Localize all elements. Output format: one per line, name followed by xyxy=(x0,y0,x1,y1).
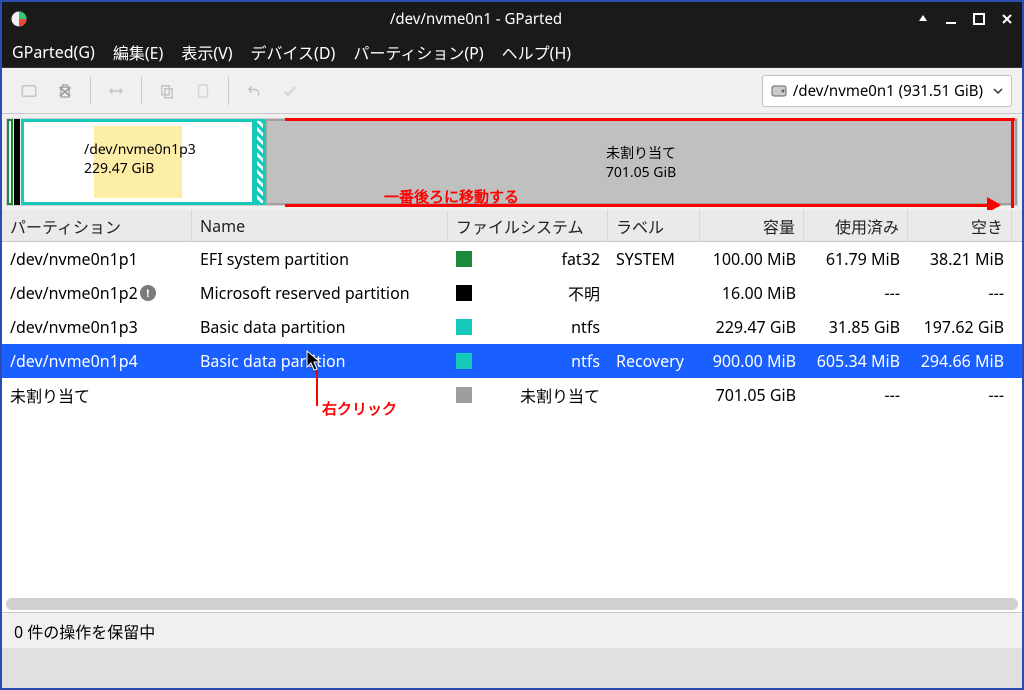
table-header: パーティション Name ファイルシステム ラベル 容量 使用済み 空き xyxy=(2,210,1022,242)
cell-name: Basic data partition xyxy=(200,316,346,338)
cell-name: Microsoft reserved partition xyxy=(200,282,410,304)
cell-free: 294.66 MiB xyxy=(921,350,1004,372)
cell-name: EFI system partition xyxy=(200,248,349,270)
cell-fs: 未割り当て xyxy=(490,383,600,407)
delete-partition-button[interactable] xyxy=(48,74,82,108)
col-label[interactable]: ラベル xyxy=(608,210,700,242)
cell-free: 197.62 GiB xyxy=(924,316,1004,338)
table-row[interactable]: /dev/nvme0n1p3 Basic data partition ntfs… xyxy=(2,310,1022,344)
menu-edit[interactable]: 編集(E) xyxy=(113,40,164,64)
menubar: GParted(G) 編集(E) 表示(V) デバイス(D) パーティション(P… xyxy=(2,36,1022,68)
col-filesystem[interactable]: ファイルシステム xyxy=(448,210,608,242)
cell-fs: 不明 xyxy=(490,281,600,305)
col-partition[interactable]: パーティション xyxy=(2,210,192,242)
fs-swatch xyxy=(456,251,472,267)
apply-button[interactable] xyxy=(273,74,307,108)
status-text: 0 件の操作を保留中 xyxy=(14,619,155,643)
new-partition-button[interactable] xyxy=(12,74,46,108)
device-selector[interactable]: /dev/nvme0n1 (931.51 GiB) xyxy=(762,75,1012,107)
undo-button[interactable] xyxy=(237,74,271,108)
menu-device[interactable]: デバイス(D) xyxy=(251,40,336,64)
cell-partition: /dev/nvme0n1p1 xyxy=(10,248,138,270)
disk-seg-unalloc-size: 701.05 GiB xyxy=(606,163,676,182)
disk-seg-p1[interactable] xyxy=(7,119,13,205)
horizontal-scrollbar[interactable] xyxy=(6,598,1018,610)
cell-partition: /dev/nvme0n1p2 xyxy=(10,282,138,304)
fs-swatch xyxy=(456,387,472,403)
app-icon xyxy=(10,10,28,28)
cell-free: --- xyxy=(989,384,1004,406)
annotation-top-border xyxy=(285,118,1015,121)
statusbar: 0 件の操作を保留中 xyxy=(2,612,1022,648)
col-name[interactable]: Name xyxy=(192,211,448,241)
col-used[interactable]: 使用済み xyxy=(804,210,908,242)
window-minimize-icon[interactable] xyxy=(944,12,958,26)
cell-free: --- xyxy=(989,282,1004,304)
table-row[interactable]: /dev/nvme0n1p2! Microsoft reserved parti… xyxy=(2,276,1022,310)
menu-help[interactable]: ヘルプ(H) xyxy=(502,40,571,64)
disk-map: /dev/nvme0n1p3 229.47 GiB 未割り当て 701.05 G… xyxy=(2,114,1022,210)
paste-button[interactable] xyxy=(186,74,220,108)
cell-fs: ntfs xyxy=(490,350,600,372)
fs-swatch xyxy=(456,319,472,335)
cell-used: 61.79 MiB xyxy=(826,248,900,270)
cell-size: 229.47 GiB xyxy=(716,316,796,338)
annotation-rclick-text: 右クリック xyxy=(322,398,397,419)
cell-used: 31.85 GiB xyxy=(829,316,900,338)
resize-move-button[interactable] xyxy=(99,74,133,108)
table-row[interactable]: /dev/nvme0n1p1 EFI system partition fat3… xyxy=(2,242,1022,276)
menu-partition[interactable]: パーティション(P) xyxy=(353,40,483,64)
cell-used: --- xyxy=(885,384,900,406)
cell-size: 900.00 MiB xyxy=(713,350,796,372)
cell-name: Basic data partition xyxy=(200,350,346,372)
window-close-icon[interactable] xyxy=(1000,12,1014,26)
cell-size: 16.00 MiB xyxy=(722,282,796,304)
cell-fs: ntfs xyxy=(490,316,600,338)
cell-partition: /dev/nvme0n1p3 xyxy=(10,316,138,338)
disk-icon xyxy=(771,83,787,99)
annotation-arrow xyxy=(285,204,999,207)
disk-seg-unallocated[interactable]: 未割り当て 701.05 GiB xyxy=(265,119,1017,205)
cell-used: --- xyxy=(885,282,900,304)
info-icon: ! xyxy=(140,285,156,301)
cell-fs: fat32 xyxy=(490,248,600,270)
window-up-icon[interactable] xyxy=(916,12,930,26)
table-row[interactable]: 未割り当て 未割り当て 701.05 GiB --- --- xyxy=(2,378,1022,412)
disk-seg-p4[interactable] xyxy=(255,119,265,205)
annotation-right-border xyxy=(1011,118,1014,208)
toolbar: /dev/nvme0n1 (931.51 GiB) xyxy=(2,68,1022,114)
fs-swatch xyxy=(456,353,472,369)
cell-used: 605.34 MiB xyxy=(817,350,900,372)
partition-table: パーティション Name ファイルシステム ラベル 容量 使用済み 空き /de… xyxy=(2,210,1022,612)
cell-label: SYSTEM xyxy=(616,248,675,270)
cell-partition: 未割り当て xyxy=(10,383,90,407)
disk-seg-p2[interactable] xyxy=(14,119,20,205)
disk-seg-unalloc-name: 未割り当て xyxy=(606,143,676,163)
disk-seg-p3-name: /dev/nvme0n1p3 xyxy=(84,140,196,159)
col-size[interactable]: 容量 xyxy=(700,210,804,242)
col-free[interactable]: 空き xyxy=(908,210,1012,242)
cell-free: 38.21 MiB xyxy=(930,248,1004,270)
cell-label: Recovery xyxy=(616,350,684,372)
menu-gparted[interactable]: GParted(G) xyxy=(12,41,95,63)
table-row-selected[interactable]: /dev/nvme0n1p4 Basic data partition ntfs… xyxy=(2,344,1022,378)
disk-seg-p3-size: 229.47 GiB xyxy=(84,159,196,178)
window-maximize-icon[interactable] xyxy=(972,12,986,26)
cell-partition: /dev/nvme0n1p4 xyxy=(10,350,138,372)
menu-view[interactable]: 表示(V) xyxy=(181,40,232,64)
annotation-rclick-line xyxy=(316,370,318,406)
copy-button[interactable] xyxy=(150,74,184,108)
window-title: /dev/nvme0n1 - GParted xyxy=(36,9,916,29)
chevron-down-icon xyxy=(993,81,1003,101)
cell-size: 100.00 MiB xyxy=(713,248,796,270)
titlebar: /dev/nvme0n1 - GParted xyxy=(2,2,1022,36)
device-selector-label: /dev/nvme0n1 (931.51 GiB) xyxy=(793,81,983,101)
cell-size: 701.05 GiB xyxy=(716,384,796,406)
fs-swatch xyxy=(456,285,472,301)
disk-seg-p3[interactable]: /dev/nvme0n1p3 229.47 GiB xyxy=(21,119,255,205)
